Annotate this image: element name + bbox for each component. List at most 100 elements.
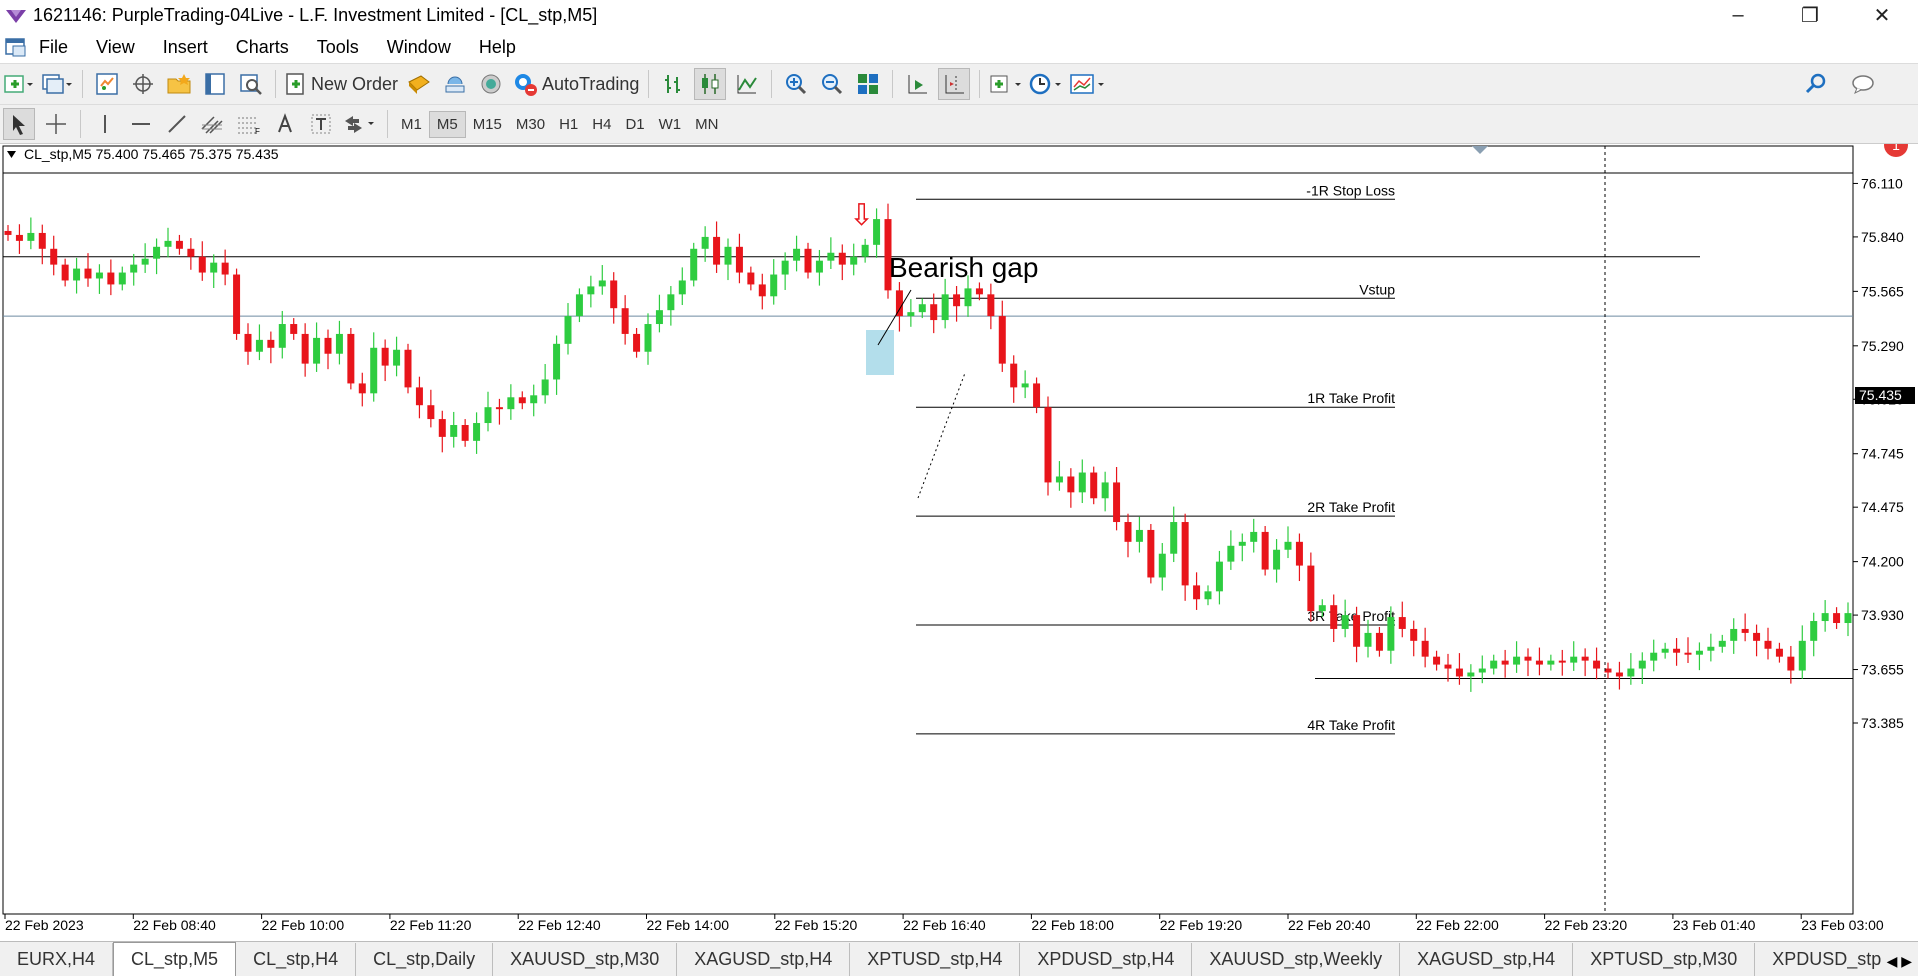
chart-tab[interactable]: XAUUSD_stp,M30: [493, 943, 678, 976]
bullish-candle: [1238, 541, 1246, 546]
bullish-candle: [164, 240, 172, 247]
menu-file[interactable]: File: [39, 37, 68, 58]
bullish-candle: [370, 347, 378, 394]
indicators-button[interactable]: [989, 69, 1023, 99]
chart-tab[interactable]: XAGUSD_stp,H4: [677, 943, 851, 976]
toolbar-separator: [275, 70, 276, 98]
price-axis-label: 73.930: [1861, 607, 1904, 623]
bullish-candle: [724, 246, 732, 265]
arrows-button[interactable]: [342, 109, 378, 139]
chart-tab[interactable]: CL_stp,Daily: [356, 943, 494, 976]
text-icon: [278, 113, 292, 133]
metaeditor-button[interactable]: [404, 69, 434, 99]
profiles-button[interactable]: [39, 69, 73, 99]
chart-window[interactable]: CL_stp,M5 75.400 75.465 75.375 75.435 76…: [0, 143, 1918, 933]
bullish-candle: [210, 262, 218, 273]
bullish-candle: [255, 339, 263, 352]
equidistant-channel-button[interactable]: [198, 109, 228, 139]
new-order-button[interactable]: New Order: [285, 69, 398, 99]
minimize-button[interactable]: –: [1702, 0, 1774, 31]
chart-tab[interactable]: XPTUSD_stp,M30: [1573, 943, 1756, 976]
horizontal-line-button[interactable]: [126, 109, 156, 139]
signals-button[interactable]: [440, 69, 470, 99]
text-button[interactable]: [270, 109, 300, 139]
vps-button[interactable]: [476, 69, 506, 99]
menu-charts[interactable]: Charts: [236, 37, 289, 58]
horizontal-line-icon: [132, 123, 150, 125]
chart-tab[interactable]: CL_stp,M5: [113, 942, 237, 976]
timeframe-h4[interactable]: H4: [585, 112, 618, 137]
chart-tab[interactable]: XPDUSD_stp,H4: [1020, 943, 1193, 976]
vertical-line-button[interactable]: [90, 109, 120, 139]
terminal-button[interactable]: [200, 69, 230, 99]
menu-tools[interactable]: Tools: [317, 37, 359, 58]
bearish-candle: [290, 324, 298, 334]
price-chart[interactable]: CL_stp,M5 75.400 75.465 75.375 75.435 76…: [0, 143, 1918, 941]
bearish-candle: [427, 405, 435, 420]
price-axis-label: 73.385: [1861, 715, 1904, 731]
timeframe-m30[interactable]: M30: [509, 112, 552, 137]
bullish-candle: [1055, 476, 1063, 483]
bullish-candle: [770, 274, 778, 297]
bearish-candle: [1581, 656, 1589, 661]
indicators-icon: [990, 75, 1022, 93]
timeframe-m5[interactable]: M5: [428, 110, 466, 138]
fibonacci-button[interactable]: F: [234, 109, 264, 139]
strategy-tester-button[interactable]: [236, 69, 266, 99]
trendline-button[interactable]: [162, 109, 192, 139]
time-axis-label: 23 Feb 03:00: [1801, 917, 1884, 933]
chat-icon: [1852, 75, 1874, 95]
bullish-candle: [598, 280, 606, 287]
chart-tab[interactable]: XPTUSD_stp,H4: [850, 943, 1021, 976]
bearish-candle: [38, 232, 46, 249]
line-chart-button[interactable]: [732, 69, 762, 99]
bearish-candle: [1067, 476, 1075, 493]
templates-button[interactable]: [1069, 69, 1107, 99]
periods-button[interactable]: [1029, 69, 1063, 99]
close-button[interactable]: ✕: [1846, 0, 1918, 31]
bar-chart-button[interactable]: [658, 69, 688, 99]
zoom-out-button[interactable]: [817, 69, 847, 99]
profiles-icon: [42, 74, 72, 94]
tile-windows-button[interactable]: [853, 69, 883, 99]
menu-help[interactable]: Help: [479, 37, 516, 58]
bearish-candle: [1375, 632, 1383, 651]
timeframe-mn[interactable]: MN: [688, 112, 725, 137]
autotrading-button[interactable]: AutoTrading: [512, 69, 639, 99]
chat-button[interactable]: [1848, 69, 1878, 99]
bullish-candle: [1273, 549, 1281, 570]
menu-view[interactable]: View: [96, 37, 135, 58]
timeframe-m15[interactable]: M15: [466, 112, 509, 137]
maximize-button[interactable]: ❐: [1774, 0, 1846, 31]
new-chart-button[interactable]: [3, 69, 33, 99]
timeframe-m1[interactable]: M1: [394, 112, 429, 137]
chart-tab[interactable]: XAUUSD_stp,Weekly: [1192, 943, 1401, 976]
data-window-button[interactable]: [128, 69, 158, 99]
chart-tab[interactable]: CL_stp,H4: [236, 943, 357, 976]
timeframe-w1[interactable]: W1: [652, 112, 689, 137]
chart-tab[interactable]: EURX,H4: [0, 943, 114, 976]
timeframe-h1[interactable]: H1: [552, 112, 585, 137]
arrows-icon: [345, 116, 374, 133]
bullish-candle: [1798, 640, 1806, 671]
bullish-candle: [667, 294, 675, 311]
zoom-in-button[interactable]: [781, 69, 811, 99]
tab-scroll-arrows[interactable]: ◀ ▶: [1880, 947, 1918, 976]
bearish-candle: [735, 246, 743, 273]
text-label-button[interactable]: [306, 109, 336, 139]
timeframe-d1[interactable]: D1: [618, 112, 651, 137]
chart-window-icon[interactable]: [5, 37, 27, 57]
chart-tab[interactable]: XAGUSD_stp,H4: [1400, 943, 1574, 976]
bearish-candle: [1090, 472, 1098, 499]
search-button[interactable]: [1801, 69, 1831, 99]
menu-window[interactable]: Window: [387, 37, 451, 58]
chart-shift-button[interactable]: [938, 68, 971, 100]
menu-insert[interactable]: Insert: [163, 37, 208, 58]
cursor-button[interactable]: [3, 108, 35, 140]
bearish-candle: [461, 425, 469, 441]
auto-scroll-button[interactable]: [902, 69, 932, 99]
navigator-button[interactable]: [164, 69, 194, 99]
candlestick-chart-button[interactable]: [694, 68, 727, 100]
market-watch-button[interactable]: [92, 69, 122, 99]
crosshair-button[interactable]: [41, 109, 71, 139]
